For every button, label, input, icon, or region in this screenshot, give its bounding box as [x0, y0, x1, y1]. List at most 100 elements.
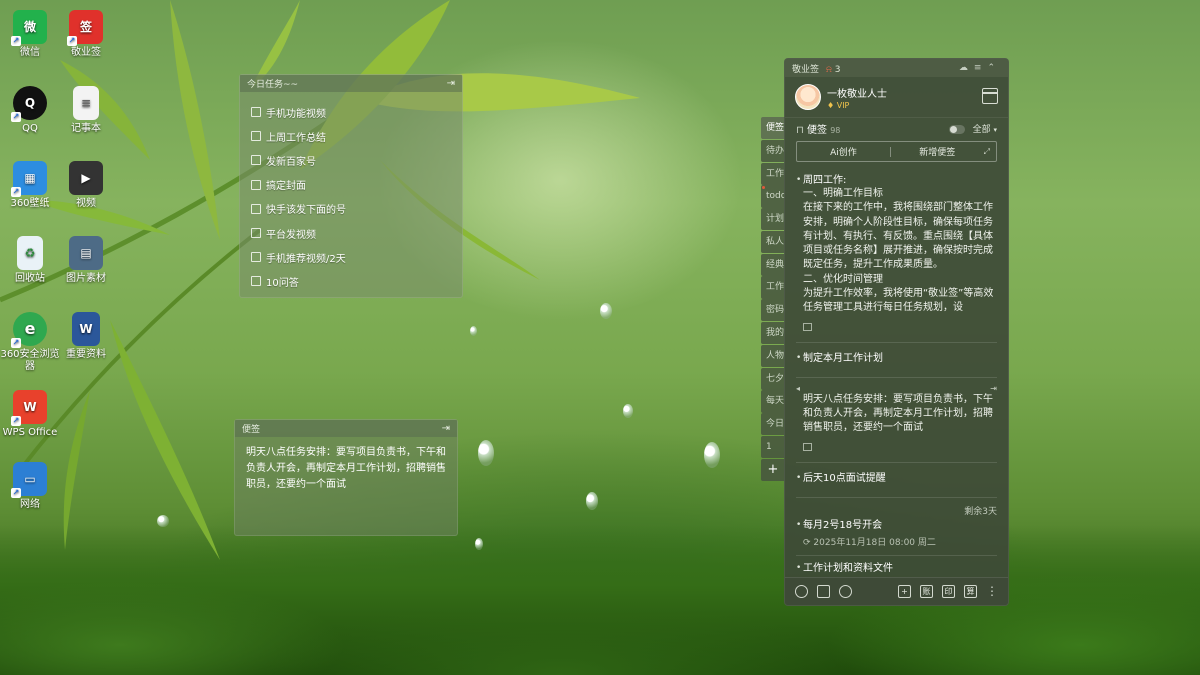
tab-gongzuo[interactable]: 工作: [761, 162, 785, 185]
category-tab-strip: 便签 待办 工作 todo 计划 私人 经典 工作 密码 我的 人物 七夕 每天…: [761, 117, 785, 482]
task-item[interactable]: 手机推荐视频/2天: [251, 245, 451, 269]
water-droplet: [586, 492, 598, 510]
task-checkbox[interactable]: [251, 203, 261, 214]
list-item[interactable]: 剩余3天 每月2号18号开会 ⟳ 2025年11月18日 08:00 周二: [796, 498, 997, 556]
desktop-icon-network[interactable]: ▭ ↗ 网络: [0, 462, 60, 511]
sticky-note-header[interactable]: 便签 ⇥: [235, 420, 457, 437]
desktop-icon-wechat[interactable]: 微 ↗ 微信: [0, 10, 60, 59]
tab-1[interactable]: 1: [761, 435, 785, 459]
avatar[interactable]: [795, 84, 821, 110]
task-item[interactable]: 平台发视频: [251, 221, 451, 245]
sticky-note-content[interactable]: 明天八点任务安排：要写项目负责书，下午和负责人开会，再制定本月工作计划，招聘销售…: [235, 437, 457, 501]
user-name: 一枚敬业人士: [827, 88, 887, 100]
image-attachment-icon: [803, 442, 812, 451]
cloud-sync-icon[interactable]: ☁: [959, 63, 974, 73]
recycle-bin-icon: ♻: [17, 236, 43, 270]
task-item[interactable]: 发新百家号: [251, 148, 451, 172]
list-item[interactable]: 周四工作: 一、明确工作目标 在接下来的工作中，我将围绕部门整体工作安排，明确个…: [796, 168, 997, 343]
list-item[interactable]: 后天10点面试提醒: [796, 463, 997, 498]
account-icon[interactable]: 账: [920, 585, 933, 598]
filter-dropdown[interactable]: 全部 ▾: [973, 125, 997, 135]
note-content: 一、明确工作目标 在接下来的工作中，我将围绕部门整体工作安排，明确个人阶段性目标…: [803, 188, 994, 314]
calculator-icon[interactable]: 算: [964, 585, 977, 598]
tab-bianqian[interactable]: 便签: [761, 117, 785, 140]
desktop-icon-jingyeqian[interactable]: 签 ↗ 敬业签: [56, 10, 116, 59]
tab-meitian[interactable]: 每天: [761, 390, 785, 413]
panel-footer: + 账 印 算 ⋮: [785, 577, 1008, 605]
desktop-icon-wps-office[interactable]: W ↗ WPS Office: [0, 390, 60, 439]
panel-titlebar[interactable]: 敬业签 ⍾ 3 ☁≡⌃: [785, 59, 1008, 77]
notes-panel: 敬业签 ⍾ 3 ☁≡⌃ 一枚敬业人士 ♦ VIP ⊓ 便签 98 全部 ▾ Ai…: [784, 58, 1009, 606]
view-toggle[interactable]: [949, 124, 966, 134]
task-item[interactable]: 10问答: [251, 269, 451, 293]
tab-siren[interactable]: 私人: [761, 230, 785, 254]
calendar-check-icon[interactable]: [817, 585, 830, 598]
list-item[interactable]: ◂ ⇥ 明天八点任务安排：要写项目负责书，下午和负责人开会，再制定本月工作计划，…: [796, 378, 997, 463]
desktop-icon-360-wallpaper[interactable]: ▦ ↗ 360壁纸: [0, 161, 60, 210]
tab-wode[interactable]: 我的: [761, 322, 785, 345]
search-icon[interactable]: [839, 585, 852, 598]
print-icon[interactable]: 印: [942, 585, 955, 598]
desktop-icon-image-folder[interactable]: ▤ 图片素材: [56, 236, 116, 285]
remaining-days: 剩余3天: [964, 506, 997, 517]
task-item[interactable]: 手机功能视频: [251, 100, 451, 124]
task-item[interactable]: 快手该发下面的号: [251, 197, 451, 221]
qq-penguin-icon: Q ↗: [11, 86, 47, 122]
detach-icon[interactable]: ⇥: [447, 78, 455, 89]
list-item[interactable]: 工作计划和资料文件: [796, 556, 997, 578]
desktop-icon-360-browser[interactable]: e ↗ 360安全浏览器: [0, 312, 60, 373]
task-checkbox[interactable]: [251, 228, 261, 239]
app-name: 敬业签: [792, 64, 820, 75]
list-item[interactable]: 制定本月工作计划: [796, 343, 997, 378]
tab-mima[interactable]: 密码: [761, 299, 785, 322]
speaker-icon: ◂: [796, 383, 801, 393]
new-note-button[interactable]: 新增便签: [891, 145, 984, 158]
desktop-icon-important-docs[interactable]: W 重要资料: [56, 312, 116, 361]
task-checkbox[interactable]: [251, 131, 261, 142]
tab-jingdian[interactable]: 经典: [761, 253, 785, 276]
task-item[interactable]: 上周工作总结: [251, 124, 451, 148]
image-folder-icon: ▤: [69, 236, 103, 270]
tab-renwu[interactable]: 人物: [761, 344, 785, 367]
desktop-icon-recycle-bin[interactable]: ♻ 回收站: [0, 236, 60, 285]
today-tasks-widget[interactable]: 今日任务~~ ⇥ 手机功能视频 上周工作总结 发新百家号 搞定封面 快手该发下面…: [239, 74, 463, 298]
notification-bell-icon[interactable]: ⍾: [826, 65, 832, 75]
collapse-icon[interactable]: ⌃: [987, 63, 1001, 73]
detach-icon[interactable]: ⇥: [442, 423, 450, 434]
more-icon[interactable]: ⋮: [986, 585, 998, 598]
task-checkbox[interactable]: [251, 155, 261, 166]
tab-jihua[interactable]: 计划: [761, 208, 785, 231]
add-tab-button[interactable]: +: [761, 458, 785, 481]
menu-icon[interactable]: ≡: [974, 63, 988, 73]
network-monitor-icon: ▭ ↗: [11, 462, 47, 498]
tab-jinri[interactable]: 今日: [761, 413, 785, 436]
task-item[interactable]: 搞定封面: [251, 173, 451, 197]
ai-create-button[interactable]: Ai创作: [797, 145, 890, 158]
tab-todo[interactable]: todo: [761, 185, 785, 208]
user-profile[interactable]: 一枚敬业人士 ♦ VIP: [785, 77, 1008, 117]
detach-icon[interactable]: ⇥: [990, 384, 997, 393]
chevron-down-icon: ▾: [993, 126, 997, 134]
clock-icon[interactable]: [795, 585, 808, 598]
task-checkbox[interactable]: [251, 252, 261, 263]
water-droplet: [623, 404, 633, 418]
add-icon[interactable]: +: [898, 585, 911, 598]
calendar-icon[interactable]: [982, 88, 998, 104]
tab-gongzuo-2[interactable]: 工作: [761, 276, 785, 299]
expand-icon[interactable]: ⤢: [984, 147, 996, 157]
task-checkbox[interactable]: [251, 107, 261, 118]
section-label: 便签: [807, 125, 827, 136]
reminder-time: 2025年11月18日 08:00 周二: [813, 537, 936, 548]
desktop-icon-notepad[interactable]: ≡ 记事本: [56, 86, 116, 135]
tab-daiban[interactable]: 待办: [761, 139, 785, 162]
notes-section-bar: ⊓ 便签 98 全部 ▾: [785, 117, 1008, 139]
tab-qixi[interactable]: 七夕: [761, 367, 785, 390]
desktop-icon-video-folder[interactable]: ▶ 视频: [56, 161, 116, 210]
desktop-icon-qq[interactable]: Q ↗ QQ: [0, 86, 60, 135]
sticky-note-widget[interactable]: 便签 ⇥ 明天八点任务安排：要写项目负责书，下午和负责人开会，再制定本月工作计划…: [234, 419, 458, 536]
today-tasks-header[interactable]: 今日任务~~ ⇥: [240, 75, 462, 92]
task-checkbox[interactable]: [251, 276, 261, 287]
bookmark-icon: ⊓: [796, 125, 804, 136]
action-bar: Ai创作 新增便签 ⤢: [796, 141, 997, 162]
task-checkbox[interactable]: [251, 179, 261, 190]
